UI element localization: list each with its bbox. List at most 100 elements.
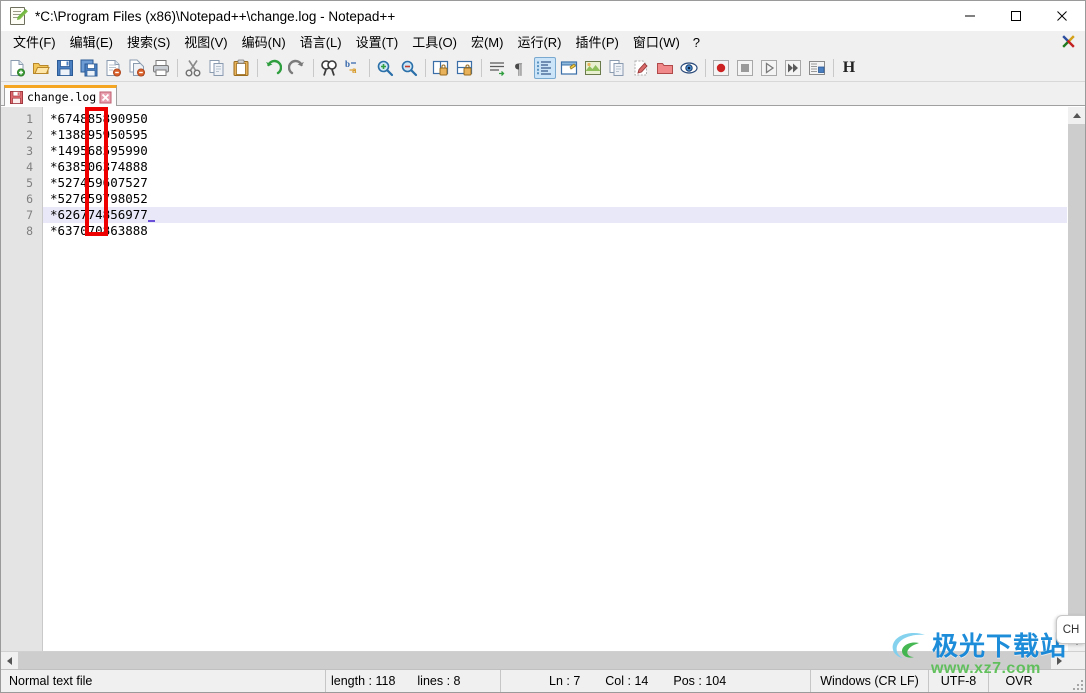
menu-bar: 文件(F) 编辑(E) 搜索(S) 视图(V) 编码(N) 语言(L) 设置(T… <box>1 31 1085 54</box>
code-line[interactable]: *637070863888 <box>43 223 1067 239</box>
toolbar-separator <box>425 58 426 77</box>
toolbar-separator <box>705 58 706 77</box>
editor-pane: 1 2 3 4 5 6 7 8 *674885890950 *138895950… <box>1 106 1085 651</box>
code-line-text: *626774856977 <box>50 207 148 222</box>
print-icon[interactable] <box>150 57 172 79</box>
find-icon[interactable] <box>318 57 340 79</box>
menu-file[interactable]: 文件(F) <box>6 32 63 53</box>
scroll-left-button[interactable] <box>1 652 18 669</box>
open-file-icon[interactable] <box>30 57 52 79</box>
menu-macro[interactable]: 宏(M) <box>464 32 511 53</box>
horizontal-scroll-track[interactable] <box>18 652 1051 669</box>
status-file-type: Normal text file <box>1 670 326 692</box>
menu-edit[interactable]: 编辑(E) <box>63 32 120 53</box>
close-button[interactable] <box>1039 1 1085 31</box>
toolbar-separator <box>833 58 834 77</box>
status-col: Col : 14 <box>605 674 649 688</box>
copy-icon[interactable] <box>206 57 228 79</box>
code-text-area[interactable]: *674885890950 *138895950595 *14956859599… <box>43 107 1067 651</box>
document-map-icon[interactable] <box>582 57 604 79</box>
paste-icon[interactable] <box>230 57 252 79</box>
save-all-icon[interactable] <box>78 57 100 79</box>
function-list-icon[interactable] <box>630 57 652 79</box>
stop-recording-icon[interactable] <box>734 57 756 79</box>
save-current-macro-icon[interactable] <box>806 57 828 79</box>
status-eol-format[interactable]: Windows (CR LF) <box>811 670 929 692</box>
code-line[interactable]: *149568595990 <box>43 143 1067 159</box>
code-line-current[interactable]: *626774856977 <box>43 207 1067 223</box>
line-number: 3 <box>26 144 33 158</box>
cut-icon[interactable] <box>182 57 204 79</box>
redo-icon[interactable] <box>286 57 308 79</box>
menu-window[interactable]: 窗口(W) <box>626 32 687 53</box>
code-line[interactable]: *527459607527 <box>43 175 1067 191</box>
ime-language-indicator[interactable]: CH <box>1056 615 1085 644</box>
tab-label: change.log <box>27 90 97 104</box>
menu-language[interactable]: 语言(L) <box>293 32 349 53</box>
scroll-up-button[interactable] <box>1068 107 1085 124</box>
sync-vertical-scrolling-icon[interactable] <box>430 57 452 79</box>
status-encoding[interactable]: UTF-8 <box>929 670 989 692</box>
resize-grip[interactable] <box>1071 678 1083 690</box>
line-number: 2 <box>26 128 33 142</box>
tab-close-icon[interactable] <box>99 91 112 104</box>
menu-run[interactable]: 运行(R) <box>510 32 568 53</box>
new-file-icon[interactable] <box>6 57 28 79</box>
status-bar: Normal text file length : 118 lines : 8 … <box>1 669 1085 692</box>
replace-icon[interactable]: b a <box>342 57 364 79</box>
run-macro-multiple-times-icon[interactable] <box>782 57 804 79</box>
horizontal-scroll-thumb[interactable] <box>18 652 1051 669</box>
show-all-characters-icon[interactable]: ¶ <box>510 57 532 79</box>
play-macro-icon[interactable] <box>758 57 780 79</box>
toolbar-separator <box>257 58 258 77</box>
close-document-x-icon[interactable] <box>1061 34 1076 49</box>
tab-change-log[interactable]: change.log <box>4 85 118 106</box>
vertical-scroll-thumb[interactable] <box>1068 124 1085 634</box>
monitoring-icon[interactable] <box>678 57 700 79</box>
scrollbar-corner <box>1068 652 1085 669</box>
close-all-files-icon[interactable] <box>126 57 148 79</box>
menu-plugins[interactable]: 插件(P) <box>569 32 626 53</box>
menu-view[interactable]: 视图(V) <box>177 32 234 53</box>
line-number: 7 <box>26 208 33 222</box>
code-line[interactable]: *638506374888 <box>43 159 1067 175</box>
user-defined-dialog-icon[interactable] <box>558 57 580 79</box>
menu-help[interactable]: ? <box>687 32 706 53</box>
status-length-lines: length : 118 lines : 8 <box>326 670 501 692</box>
menu-settings[interactable]: 设置(T) <box>349 32 406 53</box>
text-caret <box>147 207 155 222</box>
code-line[interactable]: *138895950595 <box>43 127 1067 143</box>
close-file-icon[interactable] <box>102 57 124 79</box>
sync-horizontal-scrolling-icon[interactable] <box>454 57 476 79</box>
zoom-out-icon[interactable] <box>398 57 420 79</box>
scroll-right-button[interactable] <box>1051 652 1068 669</box>
code-line[interactable]: *674885890950 <box>43 111 1067 127</box>
toolbar: b a <box>1 54 1085 82</box>
window-title: *C:\Program Files (x86)\Notepad++\change… <box>35 8 396 24</box>
vertical-scrollbar[interactable] <box>1067 107 1085 651</box>
highlight-icon[interactable]: H <box>838 57 860 79</box>
code-line[interactable]: *527659798052 <box>43 191 1067 207</box>
menu-encoding[interactable]: 编码(N) <box>235 32 293 53</box>
line-number: 5 <box>26 176 33 190</box>
document-list-icon[interactable] <box>606 57 628 79</box>
undo-icon[interactable] <box>262 57 284 79</box>
menu-tools[interactable]: 工具(O) <box>405 32 464 53</box>
toolbar-separator <box>481 58 482 77</box>
folder-as-workspace-icon[interactable] <box>654 57 676 79</box>
line-number-gutter: 1 2 3 4 5 6 7 8 <box>1 107 43 651</box>
editor-area[interactable]: 1 2 3 4 5 6 7 8 *674885890950 *138895950… <box>1 107 1067 651</box>
window-controls <box>947 1 1085 31</box>
record-macro-icon[interactable] <box>710 57 732 79</box>
minimize-button[interactable] <box>947 1 993 31</box>
vertical-scroll-track[interactable] <box>1068 124 1085 634</box>
maximize-button[interactable] <box>993 1 1039 31</box>
indent-guide-icon[interactable] <box>534 56 556 79</box>
horizontal-scrollbar[interactable] <box>1 651 1085 669</box>
save-icon[interactable] <box>54 57 76 79</box>
zoom-in-icon[interactable] <box>374 57 396 79</box>
menu-search[interactable]: 搜索(S) <box>120 32 177 53</box>
line-number: 6 <box>26 192 33 206</box>
word-wrap-icon[interactable] <box>486 57 508 79</box>
status-insert-mode[interactable]: OVR <box>989 670 1049 692</box>
